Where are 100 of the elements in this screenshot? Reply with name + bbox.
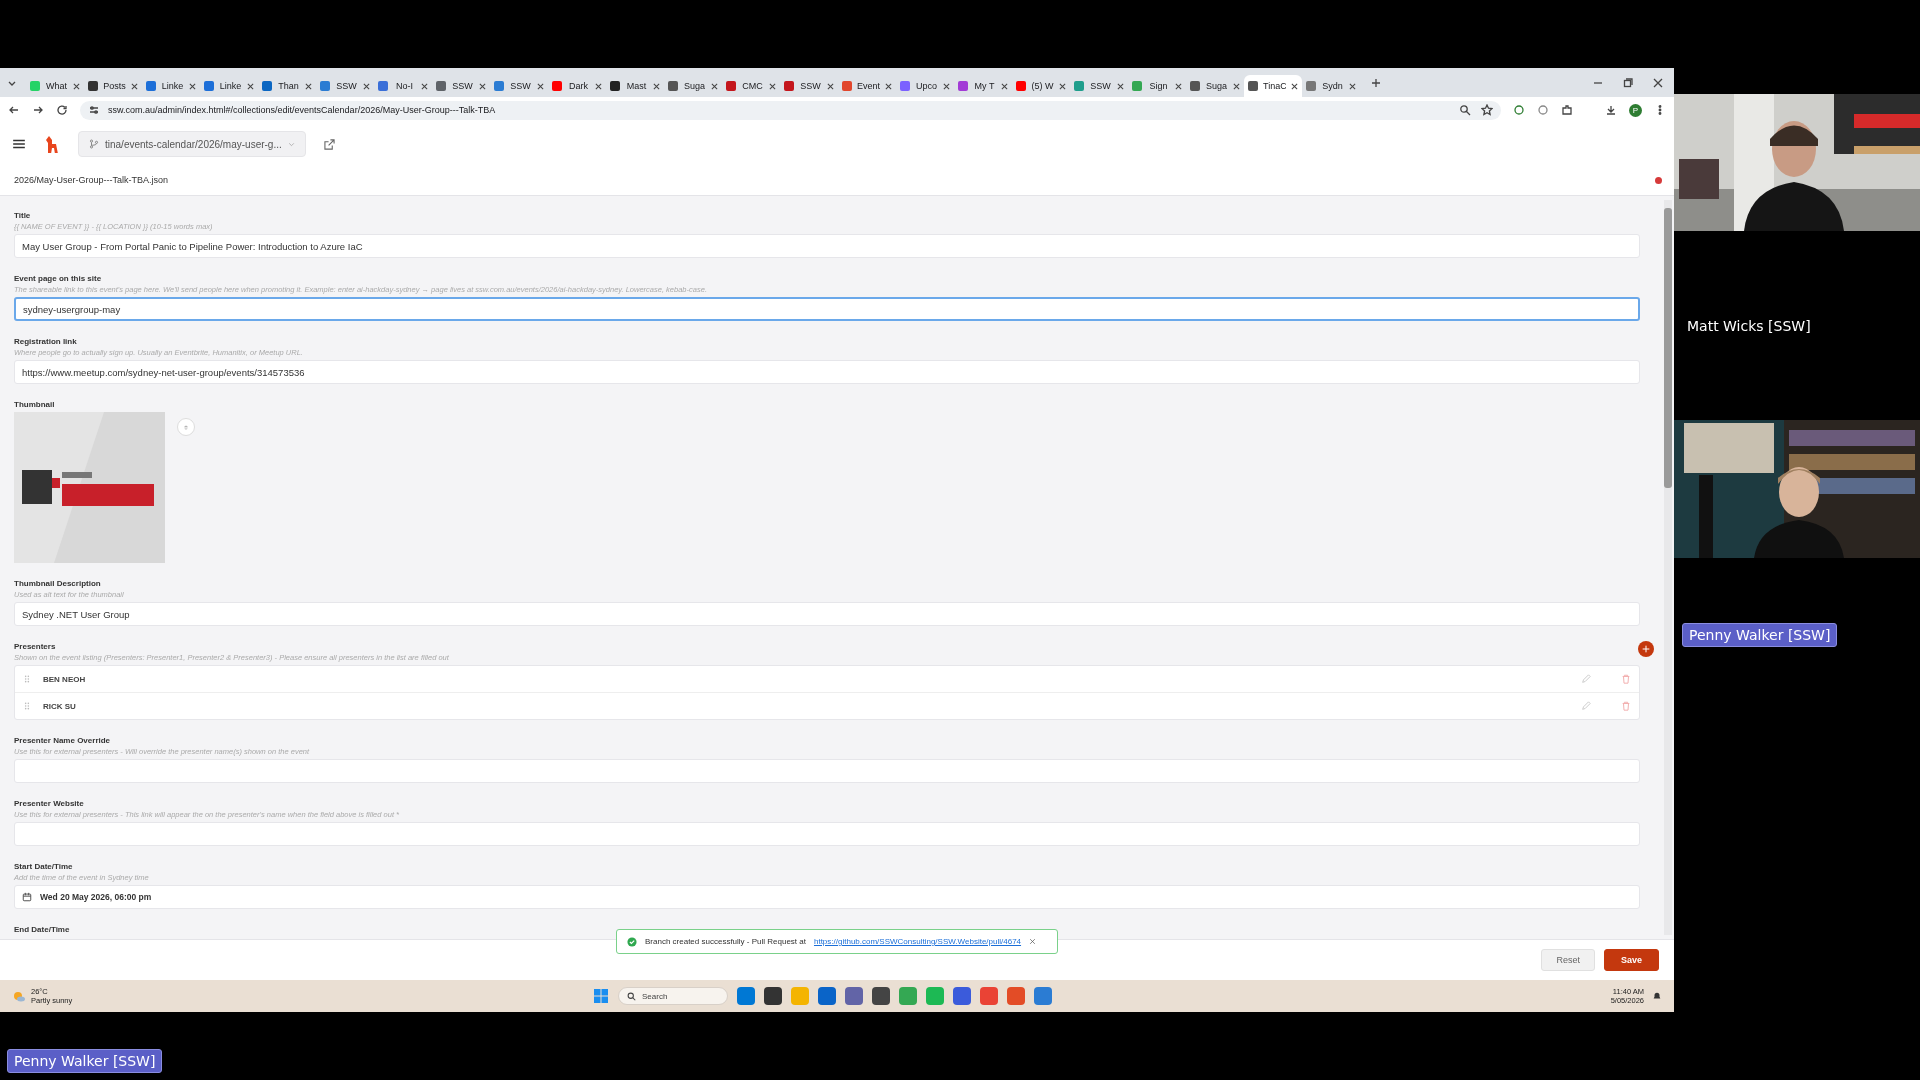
forward-icon[interactable]	[32, 104, 44, 116]
browser-tab[interactable]: SSW	[780, 75, 838, 97]
app-icon[interactable]	[764, 987, 782, 1005]
field-label: Event page on this site	[14, 273, 103, 284]
field-label: Registration link	[14, 336, 78, 347]
restore-icon[interactable]	[1622, 76, 1634, 89]
windows-start-icon[interactable]	[593, 988, 609, 1004]
address-field[interactable]: ssw.com.au/admin/index.html#/collections/edit/eventsCalendar/2026/May-User-Group---Talk-TBA	[80, 100, 1501, 120]
close-icon[interactable]	[479, 82, 486, 90]
close-icon[interactable]	[363, 82, 370, 90]
browser-tab[interactable]: Linke	[142, 75, 200, 97]
close-icon[interactable]	[1349, 82, 1356, 90]
browser-tab[interactable]: Linke	[200, 75, 258, 97]
file-path: 2026/May-User-Group---Talk-TBA.json	[14, 175, 169, 185]
browser-tab[interactable]: Suga	[1186, 75, 1244, 97]
browser-tab[interactable]: TinaC	[1244, 75, 1302, 97]
save-button[interactable]: Save	[1603, 949, 1659, 971]
close-icon[interactable]	[827, 82, 834, 90]
search-field[interactable]: Search	[618, 987, 728, 1005]
close-icon[interactable]	[1652, 76, 1664, 89]
browser-tab[interactable]: Suga	[664, 75, 722, 97]
close-icon[interactable]	[537, 82, 544, 90]
browser-tab[interactable]: (5) W	[1012, 75, 1070, 97]
search-icon	[627, 991, 636, 1001]
notification-icon[interactable]	[1652, 991, 1662, 1001]
download-icon[interactable]	[1605, 104, 1617, 116]
add-button[interactable]	[1638, 641, 1654, 657]
close-icon[interactable]	[247, 82, 254, 90]
field-label: Presenter Website	[14, 798, 85, 809]
close-icon[interactable]	[769, 82, 776, 90]
close-icon[interactable]	[1175, 82, 1182, 90]
browser-tab[interactable]: Sydn	[1302, 75, 1360, 97]
zoom-icon[interactable]	[1459, 104, 1471, 116]
close-icon[interactable]	[1117, 82, 1124, 90]
text-field[interactable]: https://www.meetup.com/sydney-net-user-group/events/314573536	[14, 360, 1640, 384]
browser-tab[interactable]: No-I	[374, 75, 432, 97]
browser-tab[interactable]: Event	[838, 75, 896, 97]
branch-icon	[89, 139, 99, 149]
presenter-row[interactable]: RICK SU	[15, 693, 1639, 719]
text-field[interactable]: May User Group - From Portal Panic to Pipeline Power: Introduction to Azure IaC	[14, 234, 1640, 258]
text-field[interactable]	[14, 822, 1640, 846]
browser-tab[interactable]: Than	[258, 75, 316, 97]
field-label: End Date/Time	[14, 924, 71, 935]
close-icon[interactable]	[73, 82, 80, 90]
field-label: Presenters	[14, 641, 57, 652]
app-icon[interactable]	[953, 987, 971, 1005]
scrollbar[interactable]	[1664, 200, 1672, 935]
browser-tab[interactable]: What	[26, 75, 84, 97]
close-icon[interactable]	[305, 82, 312, 90]
browser-tab[interactable]: Mast	[606, 75, 664, 97]
browser-tab[interactable]: Posts	[84, 75, 142, 97]
text-field[interactable]	[14, 759, 1640, 783]
reload-icon[interactable]	[56, 104, 68, 116]
close-icon[interactable]	[1233, 82, 1240, 90]
close-icon[interactable]	[1001, 82, 1008, 90]
back-icon[interactable]	[8, 104, 20, 116]
close-icon[interactable]	[711, 82, 718, 90]
external-link-icon[interactable]	[323, 138, 335, 150]
extension-icon[interactable]	[1513, 104, 1525, 116]
app-icon[interactable]	[872, 987, 890, 1005]
plus-icon[interactable]	[1370, 76, 1382, 89]
app-icon[interactable]	[845, 987, 863, 1005]
browser-tab[interactable]: SSW	[316, 75, 374, 97]
close-icon[interactable]	[943, 82, 950, 90]
close-icon[interactable]	[653, 82, 660, 90]
star-icon[interactable]	[1481, 104, 1493, 116]
browser-tab[interactable]: My T	[954, 75, 1012, 97]
close-icon[interactable]	[1059, 82, 1066, 90]
browser-tab[interactable]: Dark	[548, 75, 606, 97]
close-icon[interactable]	[189, 82, 196, 90]
site-info-icon[interactable]	[88, 104, 100, 116]
close-icon[interactable]	[421, 82, 428, 90]
field-label: Presenter Name Override	[14, 735, 112, 746]
close-icon[interactable]	[885, 82, 892, 90]
browser-tab[interactable]: Upco	[896, 75, 954, 97]
browser-tab[interactable]: CMC	[722, 75, 780, 97]
llama-logo-icon[interactable]	[44, 135, 60, 153]
close-icon[interactable]	[1029, 938, 1037, 945]
presenter-row[interactable]: BEN NEOH	[15, 666, 1639, 693]
browser-tab[interactable]: SSW	[432, 75, 490, 97]
drag-handle-icon[interactable]	[23, 702, 31, 710]
extension-icon[interactable]	[1537, 104, 1549, 116]
branch-selector[interactable]: tina/events-calendar/2026/may-user-g...	[78, 131, 306, 157]
presenter-name: BEN NEOH	[43, 674, 86, 684]
close-icon[interactable]	[1291, 82, 1298, 90]
close-icon[interactable]	[131, 82, 138, 90]
browser-tab[interactable]: SSW	[1070, 75, 1128, 97]
date-field[interactable]: Wed 20 May 2026, 06:00 pm	[14, 885, 1640, 909]
reset-button[interactable]: Reset	[1541, 949, 1595, 971]
presenter-name: RICK SU	[43, 701, 76, 711]
drag-handle-icon[interactable]	[23, 675, 31, 683]
close-icon[interactable]	[595, 82, 602, 90]
browser-tab[interactable]: SSW	[490, 75, 548, 97]
text-field[interactable]: sydney-usergroup-may	[14, 297, 1640, 321]
app-icon[interactable]	[818, 987, 836, 1005]
browser-tab[interactable]: Sign	[1128, 75, 1186, 97]
pull-request-link[interactable]: https://github.com/SSWConsulting/SSW.Website/pull/4674	[813, 937, 1022, 946]
text-field[interactable]: Sydney .NET User Group	[14, 602, 1640, 626]
profile-avatar[interactable]: P	[1629, 103, 1642, 117]
toast-message: Branch created successfully - Pull Request at	[645, 937, 806, 946]
